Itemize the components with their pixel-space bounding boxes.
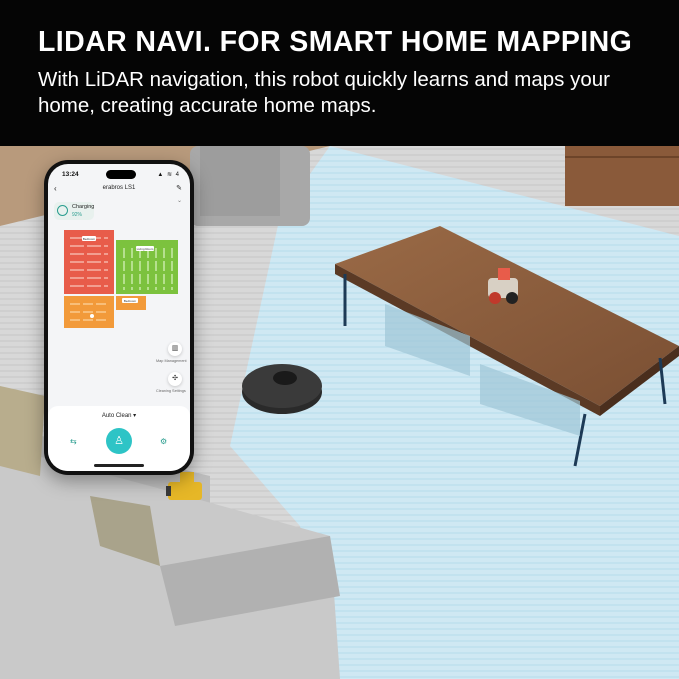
banner-headline: LIDAR NAVI. FOR SMART HOME MAPPING (38, 26, 633, 58)
dock-icon (90, 314, 94, 318)
cabinet (565, 146, 679, 206)
banner-subline: With LiDAR navigation, this robot quickl… (38, 68, 610, 117)
edit-icon[interactable]: ✎ (176, 184, 182, 192)
status-bar: 13:24 ▲ ≋ 4 (48, 164, 190, 182)
app-nav-bar: ‹ erabros LS1 ✎ ⌄ (48, 182, 190, 204)
clean-mode-selector[interactable]: Auto Clean ▾ (48, 412, 190, 419)
swap-icon[interactable]: ⇆ (70, 437, 77, 446)
app-screen: 13:24 ▲ ≋ 4 ‹ erabros LS1 ✎ ⌄ Charging 9… (48, 164, 190, 471)
map-management-label: Map Management (156, 359, 187, 363)
robot-icon (57, 205, 68, 216)
home-map[interactable]: Bedroom Living Room Bedroom (62, 224, 180, 328)
robot-status-text: Charging (72, 204, 95, 210)
robot-status-card: Charging 92% (54, 202, 94, 220)
banner: LIDAR NAVI. FOR SMART HOME MAPPING With … (0, 0, 679, 146)
start-clean-button[interactable]: ♙ (106, 428, 132, 454)
map-icon[interactable]: ▥ (168, 342, 182, 356)
home-indicator (94, 464, 144, 467)
room-label: Bedroom (83, 237, 96, 241)
chevron-down-icon[interactable]: ⌄ (177, 197, 182, 204)
robot-vacuum (242, 364, 322, 414)
clean-settings-icon[interactable]: ✣ (168, 372, 182, 386)
smartphone: 13:24 ▲ ≋ 4 ‹ erabros LS1 ✎ ⌄ Charging 9… (44, 160, 194, 475)
control-panel: Auto Clean ▾ ⇆ ♙ ⚙ (48, 406, 190, 471)
cleaning-settings-label: Cleaning Settings (156, 389, 186, 393)
settings-icon[interactable]: ⚙ (160, 437, 167, 446)
status-time: 13:24 (62, 171, 79, 178)
device-title: erabros LS1 (102, 185, 136, 191)
battery-level: 92% (72, 212, 83, 218)
room-label: Bedroom (124, 299, 137, 303)
room-label: Living Room (137, 247, 154, 251)
signal-wifi-battery-icon: ▲ ≋ 4 (157, 172, 180, 178)
